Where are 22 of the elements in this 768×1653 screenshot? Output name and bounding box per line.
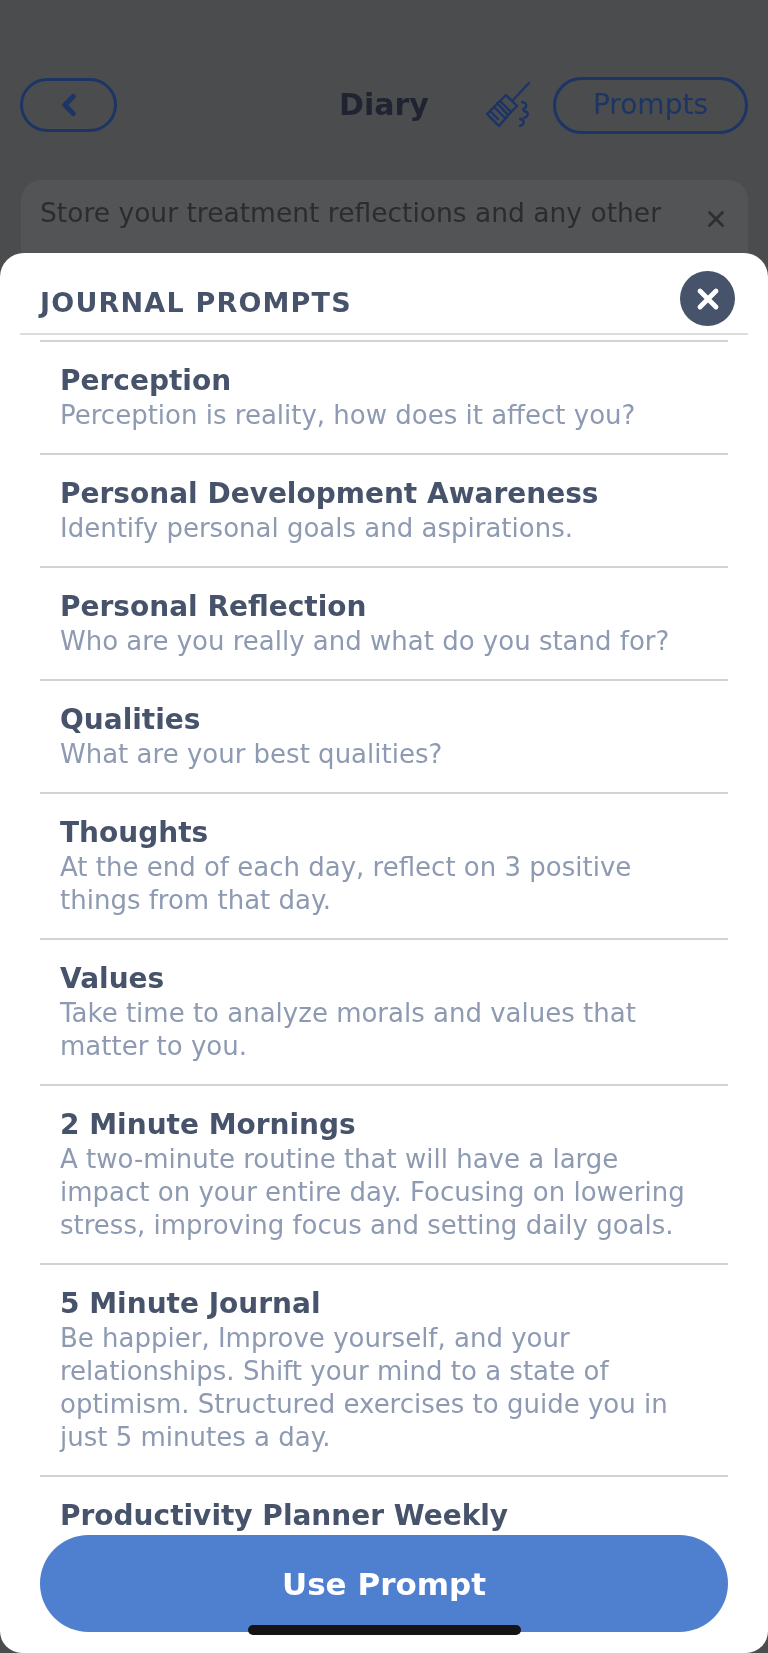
close-button[interactable] [680,271,735,326]
broom-icon[interactable] [483,81,532,129]
prompt-description: Take time to analyze morals and values that matter to you. [60,997,637,1063]
prompt-description: Perception is reality, how does it affect you? [60,399,637,432]
sheet-title: JOURNAL PROMPTS [40,285,352,320]
prompt-title[interactable]: 2 Minute Mornings [60,1107,705,1143]
use-prompt-button[interactable]: Use Prompt [40,1535,728,1632]
prompt-title[interactable]: 5 Minute Journal [60,1286,705,1322]
prompt-title[interactable]: Productivity Planner Weekly [60,1498,705,1534]
back-button[interactable] [20,78,117,132]
prompt-title[interactable]: Thoughts [60,815,705,851]
prompt-description: A two-minute routine that will have a large impact on your entire day. Focusing on lowering stress, improving focus and setting daily goals. [60,1143,686,1242]
prompt-title[interactable]: Perception [60,363,705,399]
prompt-description: Be happier, Improve yourself, and your relationships. Shift your mind to a state of optimism. Structured exercises to guide you in just 5 minutes a day. [60,1322,669,1454]
prompt-title[interactable]: Values [60,961,705,997]
prompt-title[interactable]: Qualities [60,702,705,738]
prompt-description: Who are you really and what do you stand for? [60,625,671,658]
prompt-title[interactable]: Personal Reflection [60,589,705,625]
prompt-description: What are your best qualities? [60,738,444,771]
prompt-description: At the end of each day, reflect on 3 positive things from that day. [60,851,633,917]
prompt-title[interactable]: Personal Development Awareness [60,476,705,512]
prompt-description: Identify personal goals and aspirations. [60,512,574,545]
